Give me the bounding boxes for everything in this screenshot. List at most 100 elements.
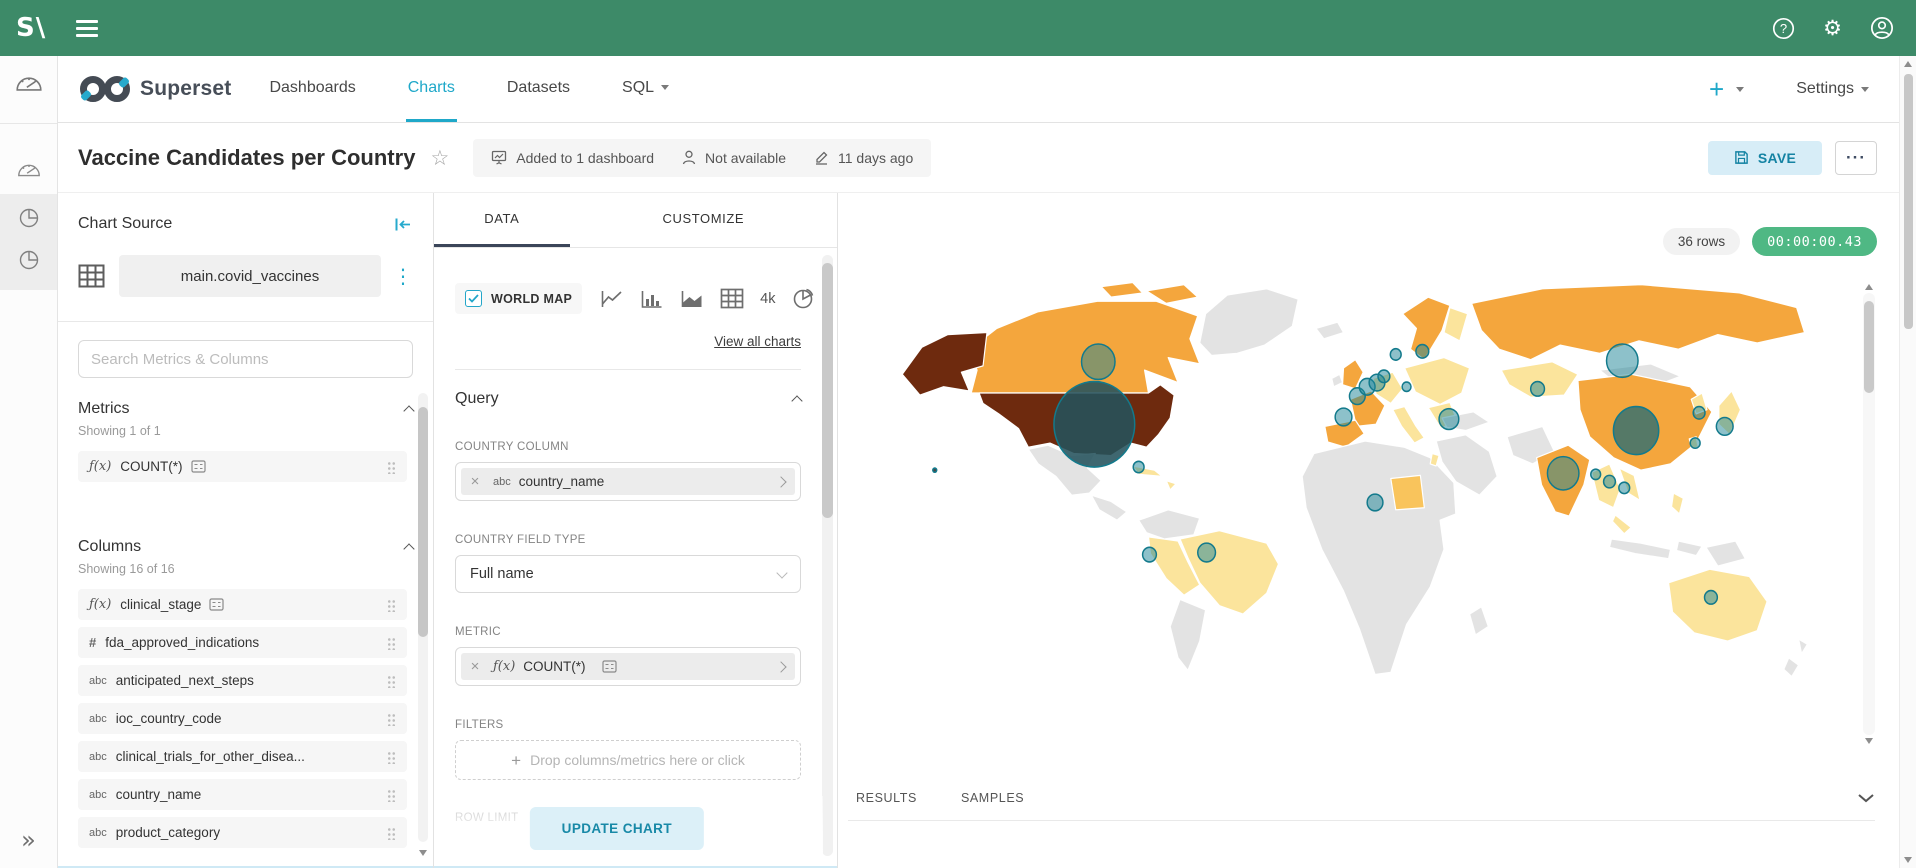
bar-chart-icon[interactable] — [640, 288, 664, 310]
map-region-new-guinea[interactable] — [1706, 541, 1745, 566]
map-bubble[interactable] — [1402, 382, 1411, 391]
map-bubble[interactable] — [1716, 418, 1733, 436]
scroll-up-icon[interactable] — [1904, 61, 1912, 67]
column-item[interactable]: abcioc_country_code — [78, 703, 407, 734]
map-bubble[interactable] — [1367, 494, 1383, 511]
scrollbar-thumb[interactable] — [1904, 74, 1913, 329]
drag-handle-icon[interactable] — [387, 460, 396, 474]
recent-chart-icon[interactable] — [0, 248, 57, 272]
remove-value-icon[interactable]: × — [461, 473, 489, 490]
save-button[interactable]: SAVE — [1708, 141, 1822, 175]
map-bubble[interactable] — [1082, 344, 1115, 379]
collapse-results-icon[interactable] — [1857, 793, 1875, 803]
column-item[interactable]: abcproduct_category — [78, 817, 407, 848]
country-field-type-select[interactable]: Full name — [455, 555, 801, 593]
drag-handle-icon[interactable] — [387, 636, 396, 650]
map-region-iceland[interactable] — [1316, 322, 1344, 339]
menu-hamburger-icon[interactable] — [76, 16, 98, 41]
scrollbar-thumb[interactable] — [822, 263, 833, 518]
map-bubble[interactable] — [1690, 438, 1700, 448]
map-region-indonesia-east[interactable] — [1676, 541, 1702, 556]
filters-dropzone[interactable]: + Drop columns/metrics here or click — [455, 740, 801, 780]
view-all-charts-link[interactable]: View all charts — [714, 334, 801, 349]
gear-icon[interactable]: ⚙ — [1823, 18, 1842, 39]
source-panel-scrollbar[interactable] — [418, 393, 428, 842]
scrollbar-thumb[interactable] — [418, 407, 428, 637]
metric-control[interactable]: × ƒ(x) COUNT(*) — [455, 647, 801, 686]
viz-type-world-map[interactable]: WORLD MAP — [455, 283, 582, 314]
collapse-query-icon[interactable] — [791, 395, 802, 406]
map-region-new-zealand-north[interactable] — [1799, 639, 1808, 654]
map-bubble[interactable] — [1531, 382, 1545, 397]
map-bubble[interactable] — [1693, 407, 1705, 420]
checkbox-checked-icon[interactable] — [465, 290, 482, 307]
nav-item-datasets[interactable]: Datasets — [505, 56, 572, 122]
tab-customize[interactable]: CUSTOMIZE — [570, 193, 837, 247]
superset-brand[interactable]: Superset — [78, 74, 231, 104]
nav-item-dashboards[interactable]: Dashboards — [267, 56, 357, 122]
drag-handle-icon[interactable] — [387, 712, 396, 726]
map-region-africa[interactable] — [1302, 441, 1456, 675]
map-region-eastern-europe[interactable] — [1405, 358, 1470, 405]
map-bubble[interactable] — [1143, 547, 1157, 562]
scroll-down-icon[interactable] — [1865, 738, 1873, 744]
open-control-icon[interactable] — [767, 478, 795, 486]
scroll-down-icon[interactable] — [419, 850, 427, 856]
map-bubble[interactable] — [1619, 482, 1630, 493]
drag-handle-icon[interactable] — [387, 788, 396, 802]
recent-chart-icon[interactable] — [0, 206, 57, 230]
map-region-colombia-venezuela[interactable] — [1139, 510, 1200, 539]
nav-item-sql[interactable]: SQL — [620, 56, 671, 122]
drag-handle-icon[interactable] — [387, 598, 396, 612]
area-chart-icon[interactable] — [680, 288, 704, 310]
map-region-canada-islands[interactable] — [1147, 285, 1198, 304]
collapse-columns-icon[interactable] — [403, 543, 414, 554]
map-region-israel[interactable] — [1430, 453, 1439, 466]
map-region-indonesia[interactable] — [1609, 539, 1670, 559]
more-actions-button[interactable]: ··· — [1835, 141, 1877, 175]
search-metrics-input[interactable] — [78, 340, 413, 378]
map-bubble[interactable] — [1613, 407, 1658, 455]
nav-item-charts[interactable]: Charts — [406, 56, 457, 122]
map-region-madagascar[interactable] — [1470, 607, 1489, 635]
map-region-caribbean[interactable] — [1166, 481, 1176, 490]
column-item[interactable]: abcanticipated_next_steps — [78, 665, 407, 696]
map-region-canada-islands[interactable] — [1101, 283, 1142, 298]
collapse-panel-icon[interactable] — [393, 216, 413, 233]
map-bubble[interactable] — [1439, 409, 1459, 430]
map-bubble[interactable] — [1054, 382, 1135, 467]
recent-dashboard-icon[interactable] — [0, 160, 57, 179]
dataset-options-icon[interactable]: ⋮ — [393, 266, 413, 286]
user-avatar-icon[interactable] — [1870, 16, 1894, 40]
map-region-new-zealand[interactable] — [1784, 658, 1799, 677]
scrollbar-thumb[interactable] — [1864, 301, 1874, 393]
drag-handle-icon[interactable] — [387, 826, 396, 840]
pie-chart-icon[interactable] — [792, 287, 815, 310]
metric-item[interactable]: ƒ(x)COUNT(*) — [78, 451, 407, 482]
world-map-chart[interactable] — [853, 270, 1838, 760]
map-region-canada[interactable] — [967, 301, 1199, 393]
column-item[interactable]: ƒ(x)clinical_stage — [78, 589, 407, 620]
meta-modified[interactable]: 11 days ago — [814, 150, 913, 166]
map-bubble[interactable] — [1390, 349, 1401, 360]
page-scrollbar[interactable] — [1899, 56, 1916, 868]
tab-data[interactable]: DATA — [434, 193, 570, 247]
country-column-control[interactable]: × abc country_name — [455, 462, 801, 501]
update-chart-button[interactable]: UPDATE CHART — [530, 807, 704, 850]
meta-owner[interactable]: Not available — [682, 150, 786, 166]
map-region-egypt[interactable] — [1391, 475, 1424, 509]
big-number-icon[interactable]: 4k — [760, 291, 775, 307]
tab-samples[interactable]: SAMPLES — [961, 791, 1024, 805]
map-region-italy[interactable] — [1393, 407, 1425, 443]
dashboard-gauge-icon[interactable] — [0, 72, 57, 94]
map-region-central-america[interactable] — [1091, 495, 1126, 520]
map-bubble[interactable] — [933, 468, 937, 472]
help-icon[interactable]: ? — [1772, 17, 1795, 40]
scroll-up-icon[interactable] — [1865, 284, 1873, 290]
column-item[interactable]: #fda_approved_indications — [78, 627, 407, 658]
map-region-malaysia[interactable] — [1612, 515, 1631, 534]
map-bubble[interactable] — [1378, 370, 1390, 383]
map-region-australia[interactable] — [1669, 569, 1768, 641]
map-bubble[interactable] — [1335, 408, 1352, 426]
open-control-icon[interactable] — [767, 663, 795, 671]
